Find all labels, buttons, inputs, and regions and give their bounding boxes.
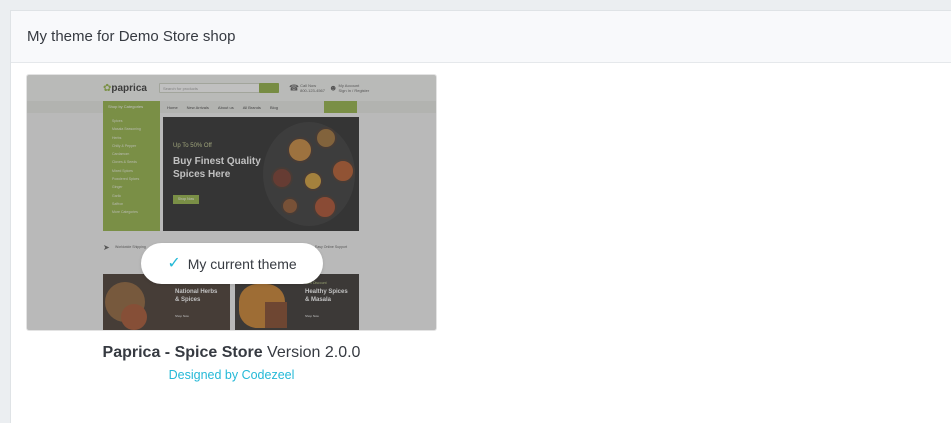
theme-designer-link[interactable]: Designed by Codezeel (26, 368, 437, 382)
current-theme-badge: ✓ My current theme (141, 243, 323, 284)
checkmark-icon: ✓ (167, 254, 181, 272)
theme-preview-card[interactable]: ✿paprica Search for products ☎ Call Now 8… (26, 74, 437, 331)
panel-title: My theme for Demo Store shop (27, 28, 236, 45)
theme-version: Version 2.0.0 (267, 344, 361, 361)
theme-title: Paprica - Spice Store Version 2.0.0 (26, 344, 437, 362)
preview-overlay (27, 75, 436, 330)
theme-panel: My theme for Demo Store shop ✿paprica Se… (10, 10, 951, 423)
current-theme-label: My current theme (187, 255, 297, 272)
panel-heading: My theme for Demo Store shop (11, 11, 951, 63)
theme-name: Paprica - Spice Store (102, 344, 263, 361)
